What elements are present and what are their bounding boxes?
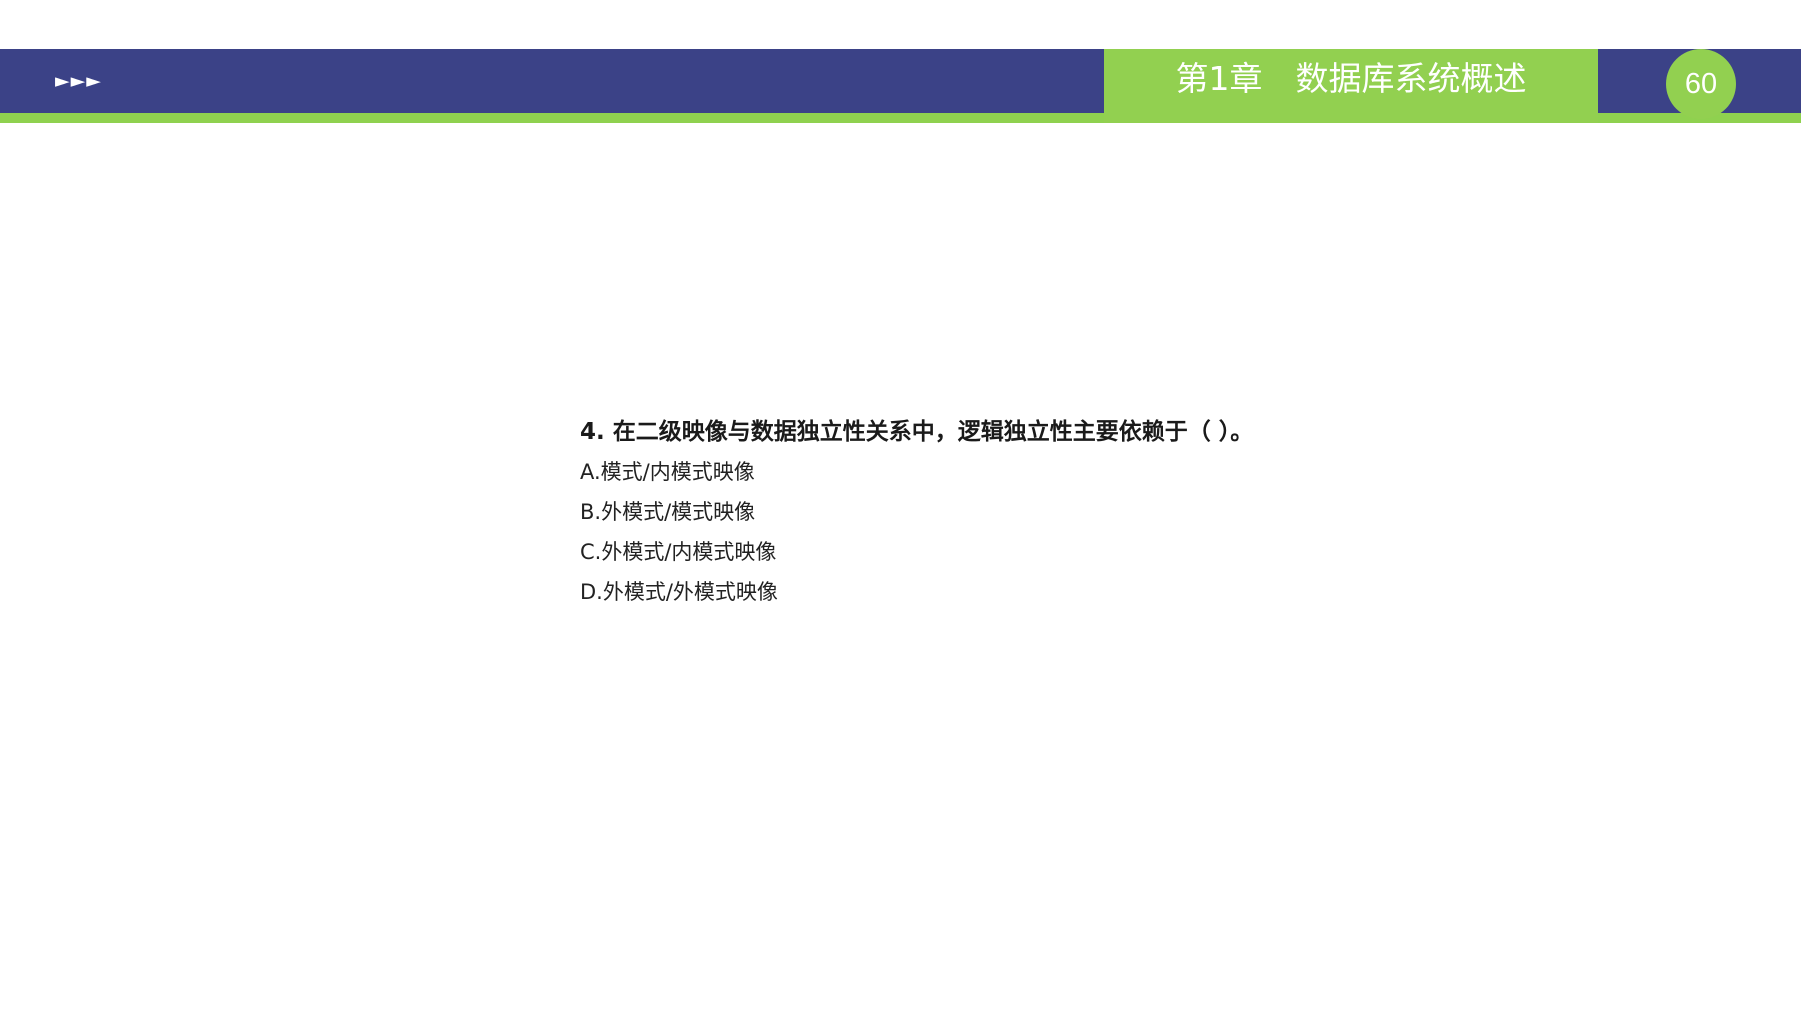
nav-arrows-icon: ►►► [55, 70, 102, 92]
page-number-badge: 60 [1666, 49, 1736, 119]
chapter-title-box: 第1章 数据库系统概述 [1104, 49, 1598, 123]
option-c: C.外模式/内模式映像 [580, 540, 777, 564]
option-a: A.模式/内模式映像 [580, 460, 755, 484]
question-block: 4. 在二级映像与数据独立性关系中，逻辑独立性主要依赖于（ ）。 A.模式/内模… [580, 412, 1253, 612]
option-d: D.外模式/外模式映像 [580, 580, 778, 604]
question-title: 4. 在二级映像与数据独立性关系中，逻辑独立性主要依赖于（ ）。 [580, 419, 1254, 445]
chapter-title: 第1章 数据库系统概述 [1175, 59, 1527, 98]
option-b: B.外模式/模式映像 [580, 500, 756, 524]
